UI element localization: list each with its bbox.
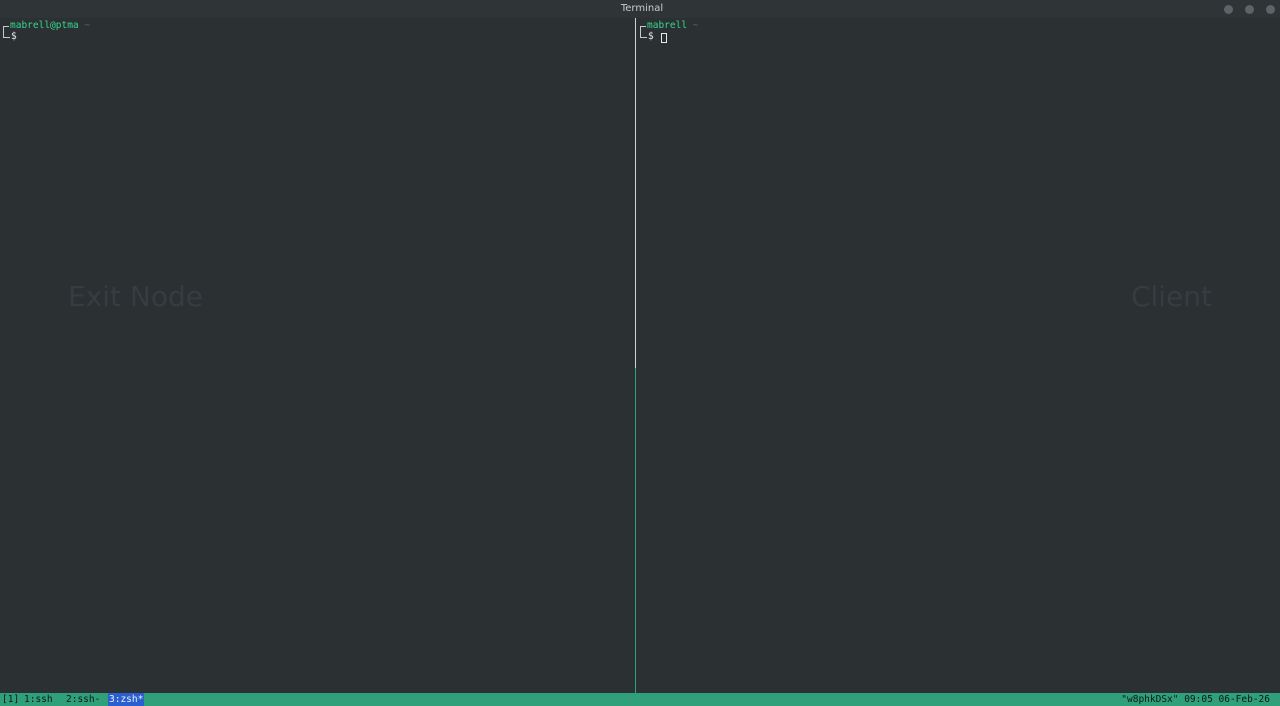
window-tab-3[interactable]: 3:zsh*	[108, 693, 145, 706]
window-titlebar[interactable]: Terminal	[0, 0, 1280, 18]
pane-client[interactable]: mabrell ~ $ Client	[637, 18, 1280, 693]
pane-exit-node[interactable]: mabrell@ptma ~ $ Exit Node	[0, 18, 635, 693]
minimize-button[interactable]	[1224, 5, 1233, 14]
status-right-info: "w8phkDSx" 09:05 06-Feb-26	[1121, 694, 1270, 705]
pane-watermark: Client	[1130, 280, 1212, 313]
pane-divider[interactable]	[635, 18, 636, 368]
prompt-symbol: $	[648, 31, 654, 42]
tmux-status-bar: [1] 1:ssh 2:ssh- 3:zsh* "w8phkDSx" 09:05…	[0, 693, 1280, 706]
prompt-user: mabrell@ptma ~	[10, 20, 91, 31]
prompt-user: mabrell ~	[647, 20, 699, 31]
pane-watermark: Exit Node	[68, 280, 203, 313]
maximize-button[interactable]	[1245, 5, 1254, 14]
prompt-corner-icon	[3, 32, 10, 38]
window-title: Terminal	[620, 3, 664, 14]
prompt-symbol: $	[11, 31, 17, 42]
prompt-corner-icon	[640, 32, 647, 38]
text-cursor[interactable]	[661, 33, 667, 43]
pane-divider[interactable]	[635, 368, 636, 693]
window-tab-1[interactable]: 1:ssh	[24, 693, 53, 706]
session-index: [1]	[2, 694, 20, 705]
terminal-area[interactable]: mabrell@ptma ~ $ Exit Node mabrell ~ $ C…	[0, 18, 1280, 693]
window-tab-2[interactable]: 2:ssh-	[66, 693, 100, 706]
close-button[interactable]	[1266, 5, 1275, 14]
